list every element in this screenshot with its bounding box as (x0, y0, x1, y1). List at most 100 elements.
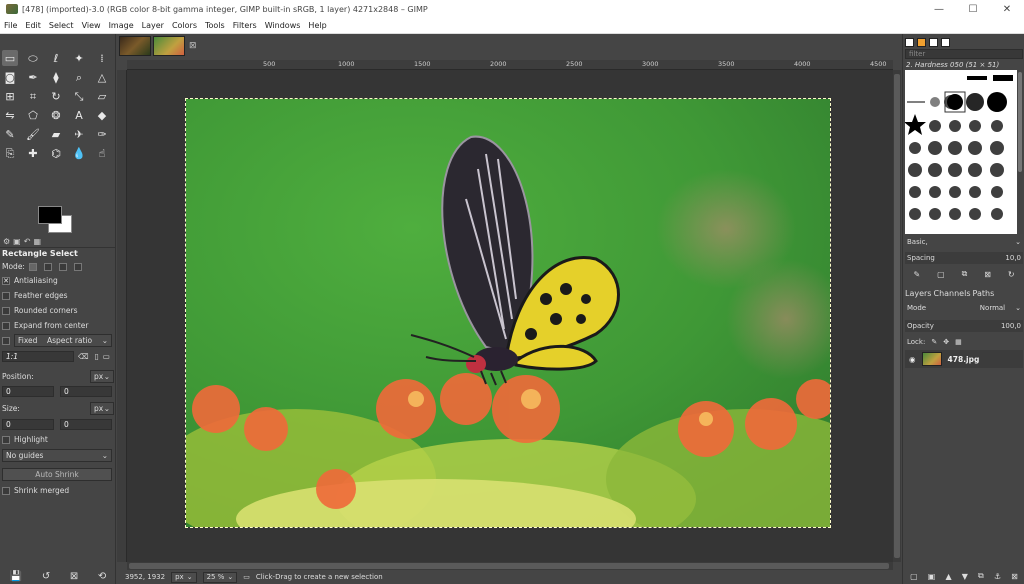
select-by-color-tool-icon[interactable]: ⁞ (94, 50, 110, 66)
expand-row[interactable]: Expand from center (2, 319, 114, 332)
edit-brush-icon[interactable]: ✎ (913, 270, 920, 279)
new-brush-icon[interactable]: ▢ (937, 270, 945, 279)
foreground-select-tool-icon[interactable]: ◙ (2, 69, 18, 85)
channels-tab[interactable]: Channels (933, 289, 970, 298)
brush-grid[interactable] (904, 70, 1017, 234)
reset-icon[interactable]: ⟲ (98, 571, 106, 582)
expand-checkbox[interactable] (2, 321, 10, 330)
pencil-tool-icon[interactable]: ✎ (2, 126, 18, 142)
shrink-merged-checkbox[interactable] (2, 486, 10, 495)
minimize-button[interactable]: — (922, 0, 956, 18)
mode-intersect-icon[interactable] (73, 262, 82, 271)
horizontal-scrollbar[interactable] (127, 562, 893, 570)
position-x-input[interactable]: 0 (2, 386, 54, 397)
crop-tool-icon[interactable]: ⌗ (25, 88, 41, 104)
butterfly-photo[interactable] (185, 98, 831, 528)
brush-scroll-thumb[interactable] (1018, 72, 1022, 172)
anchor-layer-icon[interactable]: ⚓ (994, 572, 1001, 581)
fonts-tab-icon[interactable] (929, 37, 938, 47)
mode-add-icon[interactable] (43, 262, 52, 271)
warp-tool-icon[interactable]: ❂ (48, 107, 64, 123)
highlight-row[interactable]: Highlight (2, 433, 114, 446)
position-unit-dropdown[interactable]: px ⌄ (90, 370, 114, 383)
duplicate-brush-icon[interactable]: ⧉ (962, 269, 968, 279)
spacing-value[interactable]: 10,0 (1005, 254, 1021, 262)
zoom-tool-icon[interactable]: ⌕ (71, 69, 87, 85)
close-button[interactable]: ✕ (990, 0, 1024, 18)
tool-options-tab-icon[interactable]: ⚙ (3, 237, 10, 246)
brush-grid-scrollbar[interactable] (1017, 70, 1023, 234)
image-tab-thumbnail-1[interactable] (119, 36, 151, 56)
close-tab-icon[interactable]: ⊠ (189, 41, 197, 51)
auto-shrink-button[interactable]: Auto Shrink (2, 468, 112, 481)
refresh-brushes-icon[interactable]: ↻ (1008, 270, 1015, 279)
lock-pixels-icon[interactable]: ✎ (931, 338, 937, 346)
lock-alpha-icon[interactable]: ▦ (955, 338, 962, 346)
fuzzy-select-tool-icon[interactable]: ✦ (71, 50, 87, 66)
cage-tool-icon[interactable]: ⬠ (25, 107, 41, 123)
undo-history-tab-icon[interactable]: ↶ (24, 237, 31, 246)
image-tab-thumbnail-2[interactable] (153, 36, 185, 56)
layer-row[interactable]: ◉ 478.jpg (905, 350, 1023, 368)
menu-windows[interactable]: Windows (261, 21, 305, 30)
vertical-scroll-thumb[interactable] (894, 74, 900, 558)
new-group-icon[interactable]: ▣ (928, 572, 936, 581)
foreground-color-swatch[interactable] (38, 206, 62, 224)
paths-tab[interactable]: Paths (973, 289, 995, 298)
airbrush-tool-icon[interactable]: ✈ (71, 126, 87, 142)
layer-name[interactable]: 478.jpg (948, 355, 980, 364)
antialiasing-row[interactable]: ✕ Antialiasing (2, 274, 114, 287)
chevron-down-icon[interactable]: ⌄ (1015, 238, 1021, 246)
heal-tool-icon[interactable]: ✚ (25, 145, 41, 161)
eye-icon[interactable]: ◉ (909, 355, 916, 364)
opacity-value[interactable]: 100,0 (1001, 322, 1021, 330)
delete-brush-icon[interactable]: ⊠ (984, 270, 991, 279)
shear-tool-icon[interactable]: ▱ (94, 88, 110, 104)
ink-tool-icon[interactable]: ✑ (94, 126, 110, 142)
opacity-row[interactable]: Opacity 100,0 (905, 320, 1023, 332)
brush-filter-input[interactable]: filter (905, 49, 1023, 59)
unit-dropdown[interactable]: px ⌄ (171, 571, 197, 583)
device-status-tab-icon[interactable]: ▣ (13, 237, 21, 246)
measure-tool-icon[interactable]: △ (94, 69, 110, 85)
feather-checkbox[interactable] (2, 291, 10, 300)
fg-bg-colors[interactable] (38, 206, 78, 236)
horizontal-scroll-thumb[interactable] (129, 563, 889, 569)
scale-tool-icon[interactable]: ⤡ (71, 88, 87, 104)
text-tool-icon[interactable]: A (71, 107, 87, 123)
maximize-button[interactable]: ☐ (956, 0, 990, 18)
lower-layer-icon[interactable]: ▼ (962, 572, 968, 581)
zoom-dropdown[interactable]: 25 % ⌄ (202, 571, 238, 583)
raise-layer-icon[interactable]: ▲ (945, 572, 951, 581)
menu-layer[interactable]: Layer (138, 21, 168, 30)
vertical-scrollbar[interactable] (893, 70, 901, 562)
menu-select[interactable]: Select (45, 21, 78, 30)
chevron-down-icon[interactable]: ⌄ (1015, 304, 1021, 312)
ratio-input[interactable]: 1:1 (2, 351, 74, 362)
fixed-checkbox[interactable] (2, 336, 10, 345)
images-tab-icon[interactable]: ▦ (33, 237, 41, 246)
size-h-input[interactable]: 0 (60, 419, 112, 430)
lock-position-icon[interactable]: ✥ (943, 338, 949, 346)
delete-preset-icon[interactable]: ⊠ (70, 571, 78, 582)
highlight-checkbox[interactable] (2, 435, 10, 444)
mode-subtract-icon[interactable] (58, 262, 67, 271)
restore-preset-icon[interactable]: ↺ (42, 571, 50, 582)
rounded-row[interactable]: Rounded corners (2, 304, 114, 317)
menu-view[interactable]: View (78, 21, 105, 30)
portrait-icon[interactable]: ▯ (95, 352, 99, 361)
rotate-tool-icon[interactable]: ↻ (48, 88, 64, 104)
menu-filters[interactable]: Filters (229, 21, 261, 30)
clear-icon[interactable]: ⌫ (78, 352, 89, 361)
smudge-tool-icon[interactable]: ☝ (94, 145, 110, 161)
brush-preset-value[interactable]: Basic, (907, 238, 928, 246)
brushes-tab-icon[interactable] (905, 37, 914, 47)
layer-mode-value[interactable]: Normal (980, 304, 1005, 312)
menu-image[interactable]: Image (105, 21, 138, 30)
rect-select-tool-icon[interactable]: ▭ (2, 50, 18, 66)
perspective-clone-tool-icon[interactable]: ⌬ (48, 145, 64, 161)
guides-dropdown[interactable]: No guides ⌄ (2, 449, 112, 462)
size-unit-dropdown[interactable]: px ⌄ (90, 402, 114, 415)
ellipse-select-tool-icon[interactable]: ⬭ (25, 50, 41, 66)
landscape-icon[interactable]: ▭ (103, 352, 110, 361)
